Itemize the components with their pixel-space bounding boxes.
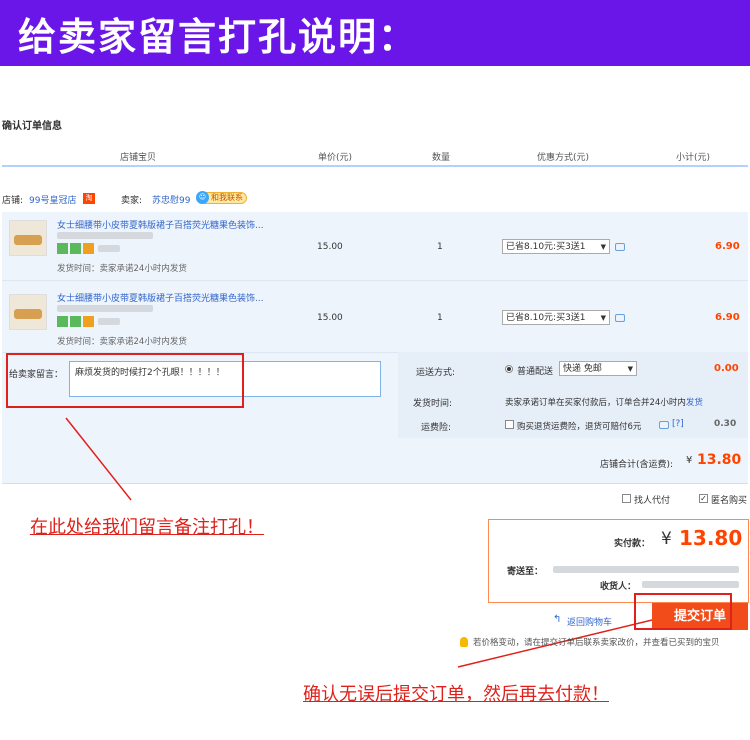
lightbulb-icon xyxy=(460,637,468,647)
back-arrow-icon[interactable]: ↰ xyxy=(553,614,561,625)
submit-highlight-box xyxy=(634,593,732,630)
receiver-name xyxy=(642,581,739,588)
price-change-hint: 若价格变动，请在提交订单后联系卖家改价，并查看已买到的宝贝 xyxy=(473,638,720,648)
back-to-cart-link[interactable]: 返回购物车 xyxy=(567,615,612,628)
ship-to-address xyxy=(553,566,739,573)
ship-to-label: 寄送至： xyxy=(507,567,544,577)
paid-value: 13.80 xyxy=(679,526,743,550)
annotation-message-note: 在此处给我们留言备注打孔！ xyxy=(30,517,264,538)
paid-label: 实付款： xyxy=(614,539,651,549)
paid-currency: ¥ xyxy=(661,529,672,549)
receiver-label: 收货人： xyxy=(600,582,637,592)
annotation-line-message xyxy=(65,417,132,501)
annotation-submit-note: 确认无误后提交订单，然后再去付款！ xyxy=(303,684,609,705)
